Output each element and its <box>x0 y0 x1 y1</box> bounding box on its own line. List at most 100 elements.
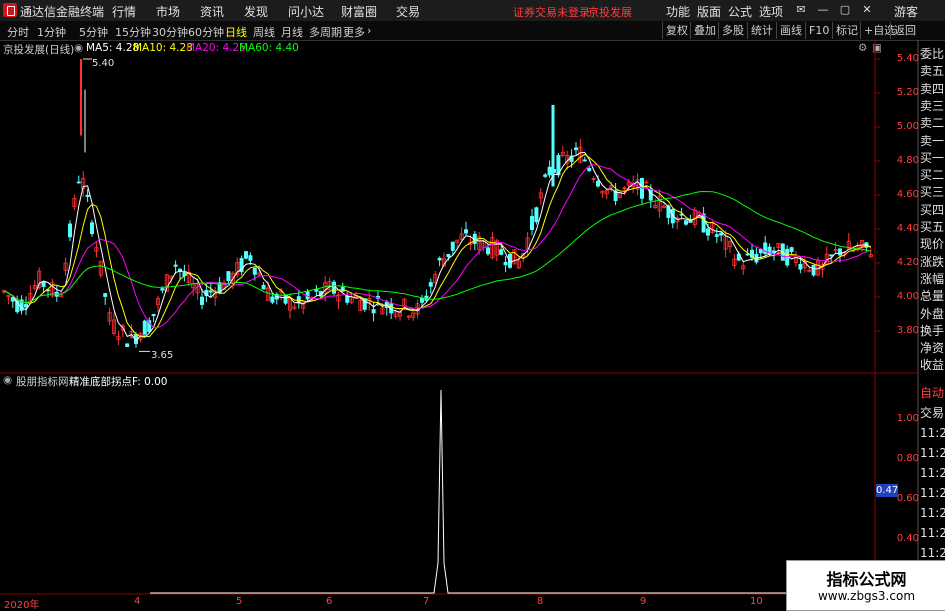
candle-body <box>270 296 275 303</box>
period-daily[interactable]: 日线 <box>225 24 247 40</box>
candle-body <box>811 264 816 276</box>
button-back[interactable]: 返回 <box>890 22 919 39</box>
button-restore-rights[interactable]: 复权 <box>662 22 691 39</box>
candle-body <box>41 281 46 287</box>
menu-discover[interactable]: 发现 <box>244 3 268 20</box>
indicator-tick-label: 0.40 <box>896 533 919 544</box>
candle-body <box>345 295 350 303</box>
quote-field-label: 卖三 <box>920 98 945 113</box>
candle-body <box>829 254 834 257</box>
kline-chart[interactable] <box>0 40 945 609</box>
low-annotation: 3.65 <box>151 350 174 361</box>
button-overlay[interactable]: 叠加 <box>690 22 719 39</box>
candle-body <box>719 232 724 236</box>
close-icon[interactable]: ✕ <box>860 3 874 17</box>
candle-body <box>76 181 81 184</box>
candle-body <box>530 216 535 231</box>
button-f10[interactable]: F10 <box>805 22 832 39</box>
chevron-right-icon[interactable]: › <box>367 24 371 37</box>
candle-body <box>23 304 28 308</box>
trade-field-label: 11:29 <box>920 466 945 480</box>
price-tick-label: 4.20 <box>896 257 919 268</box>
quote-field-label: 外盘 <box>920 306 945 321</box>
candle-body <box>463 229 468 234</box>
menu-news[interactable]: 资讯 <box>200 3 224 20</box>
menu-market[interactable]: 行情 <box>112 3 136 20</box>
menu-function[interactable]: 功能 <box>666 3 690 20</box>
period-monthly[interactable]: 月线 <box>281 24 303 40</box>
trade-field-label: 11:29 <box>920 506 945 520</box>
candle-body <box>226 271 231 282</box>
candle-body <box>261 284 266 290</box>
period-15min[interactable]: 15分钟 <box>115 24 151 40</box>
quote-field-label: 卖一 <box>920 133 945 148</box>
candle-body <box>208 290 213 293</box>
candle-body <box>596 180 601 187</box>
menu-trade[interactable]: 交易 <box>396 3 420 20</box>
time-tick-label: 7 <box>423 596 430 607</box>
candle-body <box>684 220 689 225</box>
candle-body <box>243 251 248 259</box>
period-intraday[interactable]: 分时 <box>7 24 29 40</box>
trade-field-label: 11:29 <box>920 446 945 460</box>
candle-body <box>437 257 442 261</box>
ma10-line <box>3 153 871 338</box>
stock-name-header: 京投发展 <box>588 6 632 19</box>
candle-body <box>758 248 763 254</box>
candle-body <box>798 263 803 270</box>
quote-field-label: 委比 <box>920 47 945 61</box>
period-more[interactable]: 更多 <box>343 24 365 40</box>
candle-body <box>547 166 552 176</box>
moving-average-group <box>3 58 872 352</box>
candle-body <box>103 293 108 297</box>
time-tick-label: 4 <box>134 596 141 607</box>
button-statistics[interactable]: 统计 <box>747 22 776 39</box>
price-tick-label: 4.80 <box>896 155 919 166</box>
quote-field-label: 卖四 <box>920 81 945 96</box>
period-5min[interactable]: 5分钟 <box>79 24 108 40</box>
period-60min[interactable]: 60分钟 <box>188 24 224 40</box>
button-multi-stock[interactable]: 多股 <box>718 22 747 39</box>
maximize-icon[interactable]: ▢ <box>838 3 852 17</box>
login-notice[interactable]: 证券交易未登录 <box>513 4 590 20</box>
quote-field-label: 卖二 <box>920 116 945 131</box>
candle-body <box>314 289 319 292</box>
period-30min[interactable]: 30分钟 <box>152 24 188 40</box>
candle-body <box>90 222 95 235</box>
candle-body <box>248 255 253 261</box>
menu-ask[interactable]: 问小达 <box>288 3 324 20</box>
candle-body <box>485 247 490 255</box>
menu-wealth[interactable]: 财富圈 <box>341 3 377 20</box>
time-tick-label: 9 <box>640 596 647 607</box>
quote-field-label: 换手 <box>920 323 945 338</box>
minimize-icon[interactable]: — <box>816 3 830 17</box>
message-icon[interactable]: ✉ <box>794 3 808 17</box>
price-tick-label: 5.20 <box>896 87 919 98</box>
trade-field-label: 交易 <box>920 406 945 420</box>
watermark: 指标公式网 www.zbgs3.com <box>786 560 945 611</box>
candlestick-group <box>2 59 873 348</box>
candle-body <box>142 320 147 335</box>
candle-body <box>296 296 301 304</box>
candle-body <box>582 159 587 162</box>
candle-body <box>371 309 376 314</box>
menu-formula[interactable]: 公式 <box>728 3 752 20</box>
indicator-tick-label: 0.80 <box>896 453 919 464</box>
button-mark[interactable]: 标记 <box>832 22 861 39</box>
period-1min[interactable]: 1分钟 <box>37 24 66 40</box>
menu-markets[interactable]: 市场 <box>156 3 180 20</box>
quote-field-label: 买一 <box>920 150 945 165</box>
ma20-line <box>3 163 871 329</box>
menu-layout[interactable]: 版面 <box>697 3 721 20</box>
candle-body <box>428 282 433 287</box>
period-multi[interactable]: 多周期 <box>309 24 342 40</box>
candle-body <box>446 253 451 258</box>
time-tick-label: 6 <box>326 596 333 607</box>
trade-field-label: 11:29 <box>920 526 945 540</box>
period-weekly[interactable]: 周线 <box>253 24 275 40</box>
button-draw-line[interactable]: 画线 <box>776 22 805 39</box>
menu-options[interactable]: 选项 <box>759 3 783 20</box>
quote-field-label: 买三 <box>920 185 945 200</box>
guest-label[interactable]: 游客 <box>894 3 918 20</box>
price-tick-label: 4.00 <box>896 291 919 302</box>
